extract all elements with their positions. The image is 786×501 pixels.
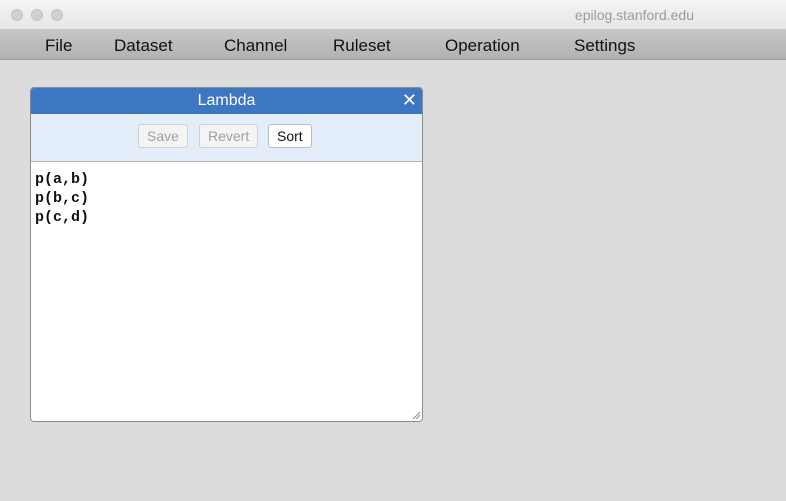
close-icon[interactable]: ✕: [402, 90, 417, 111]
resize-grip-icon[interactable]: [412, 411, 420, 419]
dialog-toolbar: Save Revert Sort: [31, 114, 422, 162]
editor-line: p(c,d): [35, 209, 90, 226]
lambda-dialog: Lambda ✕ Save Revert Sort p(a,b) p(b,c) …: [30, 87, 423, 422]
menu-settings[interactable]: Settings: [574, 36, 635, 56]
sort-button[interactable]: Sort: [268, 124, 312, 148]
editor-line: p(a,b): [35, 171, 90, 188]
menu-bar: File Dataset Channel Ruleset Operation S…: [0, 30, 786, 60]
editor-line: p(b,c): [35, 190, 90, 207]
zoom-window-button[interactable]: [51, 9, 63, 21]
menu-operation[interactable]: Operation: [445, 36, 520, 56]
dialog-title: Lambda: [197, 92, 256, 109]
menu-file[interactable]: File: [45, 36, 72, 56]
save-button[interactable]: Save: [138, 124, 188, 148]
revert-button[interactable]: Revert: [199, 124, 259, 148]
minimize-window-button[interactable]: [31, 9, 43, 21]
menu-channel[interactable]: Channel: [224, 36, 287, 56]
address-text: epilog.stanford.edu: [574, 7, 694, 23]
window-titlebar: epilog.stanford.edu: [0, 0, 786, 30]
menu-dataset[interactable]: Dataset: [114, 36, 173, 56]
close-window-button[interactable]: [11, 9, 23, 21]
dialog-header: Lambda ✕: [31, 88, 422, 114]
text-editor[interactable]: p(a,b) p(b,c) p(c,d): [31, 162, 422, 421]
menu-ruleset[interactable]: Ruleset: [333, 36, 391, 56]
